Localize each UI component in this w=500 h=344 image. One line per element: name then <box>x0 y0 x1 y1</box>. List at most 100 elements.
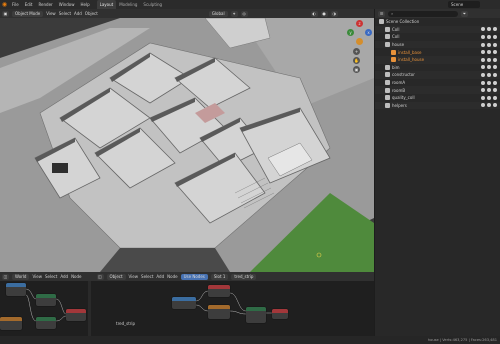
outliner-row[interactable]: Coll <box>375 33 500 41</box>
node-texture-a[interactable] <box>208 285 230 297</box>
eye-icon[interactable] <box>487 34 491 39</box>
outliner-row[interactable]: roomA <box>375 79 500 87</box>
eye-icon[interactable] <box>487 65 491 70</box>
camera-icon[interactable] <box>493 80 497 85</box>
visibility-toggles[interactable] <box>481 65 497 70</box>
scene-selector[interactable]: Scene <box>448 1 480 8</box>
camera-icon[interactable] <box>493 34 497 39</box>
orientation-dropdown[interactable]: Global <box>208 10 228 17</box>
node-editor-type-right[interactable]: ◫ <box>96 273 104 280</box>
menu-help[interactable]: Help <box>77 0 92 9</box>
visibility-toggles[interactable] <box>481 72 497 77</box>
3d-viewport[interactable]: z y x + ✋ ▣ <box>0 18 374 272</box>
shading-material-icon[interactable]: ◑ <box>330 10 338 17</box>
menu-add[interactable]: Add <box>74 9 82 18</box>
overlay-icon[interactable]: ◐ <box>310 10 318 17</box>
checkbox-icon[interactable] <box>481 88 485 93</box>
outliner-row[interactable]: roomB <box>375 86 500 94</box>
visibility-toggles[interactable] <box>481 95 497 100</box>
zoom-icon[interactable]: + <box>353 48 360 55</box>
filter-icon[interactable]: ⏷ <box>461 10 468 17</box>
axis-x-icon[interactable]: x <box>365 29 372 36</box>
checkbox-icon[interactable] <box>481 95 485 100</box>
node-menu-view-left[interactable]: View <box>32 272 42 281</box>
outliner-row[interactable]: house <box>375 40 500 49</box>
outliner-row[interactable]: install_base <box>375 48 500 56</box>
navigation-gizmo[interactable]: z y x <box>347 20 372 45</box>
outliner-type-icon[interactable]: ☰ <box>378 10 385 17</box>
axis-neg-icon[interactable] <box>356 38 363 45</box>
node-texcoord[interactable] <box>6 283 26 296</box>
node-menu-add-left[interactable]: Add <box>60 272 68 281</box>
checkbox-icon[interactable] <box>481 103 485 108</box>
node-editor[interactable]: tred_strip <box>0 281 374 336</box>
node-menu-node-right[interactable]: Node <box>167 272 177 281</box>
blender-logo-icon[interactable]: ◉ <box>0 0 9 9</box>
node-shader-b[interactable] <box>36 317 56 329</box>
camera-icon[interactable] <box>493 57 497 62</box>
visibility-toggles[interactable] <box>481 27 497 32</box>
eye-icon[interactable] <box>487 50 491 55</box>
use-nodes-toggle[interactable]: Use Nodes <box>180 273 208 280</box>
checkbox-icon[interactable] <box>481 27 485 32</box>
camera-icon[interactable] <box>493 50 497 55</box>
menu-render[interactable]: Render <box>35 0 55 9</box>
pan-hand-icon[interactable]: ✋ <box>353 57 360 64</box>
eye-icon[interactable] <box>487 103 491 108</box>
visibility-toggles[interactable] <box>481 103 497 108</box>
world-dropdown[interactable]: World <box>12 273 30 280</box>
menu-window[interactable]: Window <box>56 0 78 9</box>
menu-file[interactable]: File <box>9 0 22 9</box>
axis-z-icon[interactable]: z <box>356 20 363 27</box>
node-texture-b[interactable] <box>208 305 230 319</box>
node-output-material[interactable] <box>272 309 288 319</box>
camera-icon[interactable] <box>493 72 497 77</box>
outliner-row[interactable]: quality_coll <box>375 94 500 102</box>
node-menu-select-right[interactable]: Select <box>141 272 153 281</box>
mode-dropdown[interactable]: Object Mode <box>12 10 44 17</box>
tab-layout[interactable]: Layout <box>96 0 117 9</box>
camera-icon[interactable] <box>493 27 497 32</box>
outliner-row[interactable]: constructor <box>375 71 500 79</box>
eye-icon[interactable] <box>487 88 491 93</box>
camera-icon[interactable] <box>493 42 497 47</box>
proportional-icon[interactable]: ◎ <box>240 10 248 17</box>
node-principled[interactable] <box>246 307 266 323</box>
node-editor-type-left[interactable]: ◫ <box>2 273 9 280</box>
snap-icon[interactable]: ⌖ <box>230 10 238 17</box>
slot-dropdown[interactable]: Slot 1 <box>210 273 229 280</box>
node-mapping[interactable] <box>172 297 196 309</box>
camera-icon[interactable]: ▣ <box>353 66 360 73</box>
menu-edit[interactable]: Edit <box>22 0 36 9</box>
camera-icon[interactable] <box>493 95 497 100</box>
checkbox-icon[interactable] <box>481 72 485 77</box>
outliner-search[interactable]: ⌕ <box>388 10 458 17</box>
visibility-toggles[interactable] <box>481 57 497 62</box>
checkbox-icon[interactable] <box>481 34 485 39</box>
menu-object[interactable]: Object <box>85 9 98 18</box>
tab-sculpting[interactable]: Sculpting <box>140 0 165 9</box>
eye-icon[interactable] <box>487 57 491 62</box>
eye-icon[interactable] <box>487 27 491 32</box>
checkbox-icon[interactable] <box>481 50 485 55</box>
camera-icon[interactable] <box>493 103 497 108</box>
outliner-row[interactable]: Scene Collection <box>375 18 500 26</box>
visibility-toggles[interactable] <box>481 88 497 93</box>
eye-icon[interactable] <box>487 72 491 77</box>
visibility-toggles[interactable] <box>481 34 497 39</box>
object-dropdown[interactable]: Object <box>106 273 126 280</box>
outliner-row[interactable]: bim <box>375 64 500 72</box>
checkbox-icon[interactable] <box>481 57 485 62</box>
area-divider[interactable] <box>88 281 91 336</box>
outliner-row[interactable]: Coll <box>375 25 500 34</box>
menu-select[interactable]: Select <box>59 9 71 18</box>
node-menu-add-right[interactable]: Add <box>156 272 164 281</box>
axis-y-icon[interactable]: y <box>347 29 354 36</box>
visibility-toggles[interactable] <box>481 42 497 47</box>
checkbox-icon[interactable] <box>481 42 485 47</box>
eye-icon[interactable] <box>487 80 491 85</box>
outliner-row[interactable]: install_house <box>375 55 500 64</box>
outliner-row[interactable]: helpers <box>375 101 500 110</box>
eye-icon[interactable] <box>487 42 491 47</box>
tab-modeling[interactable]: Modeling <box>116 0 140 9</box>
